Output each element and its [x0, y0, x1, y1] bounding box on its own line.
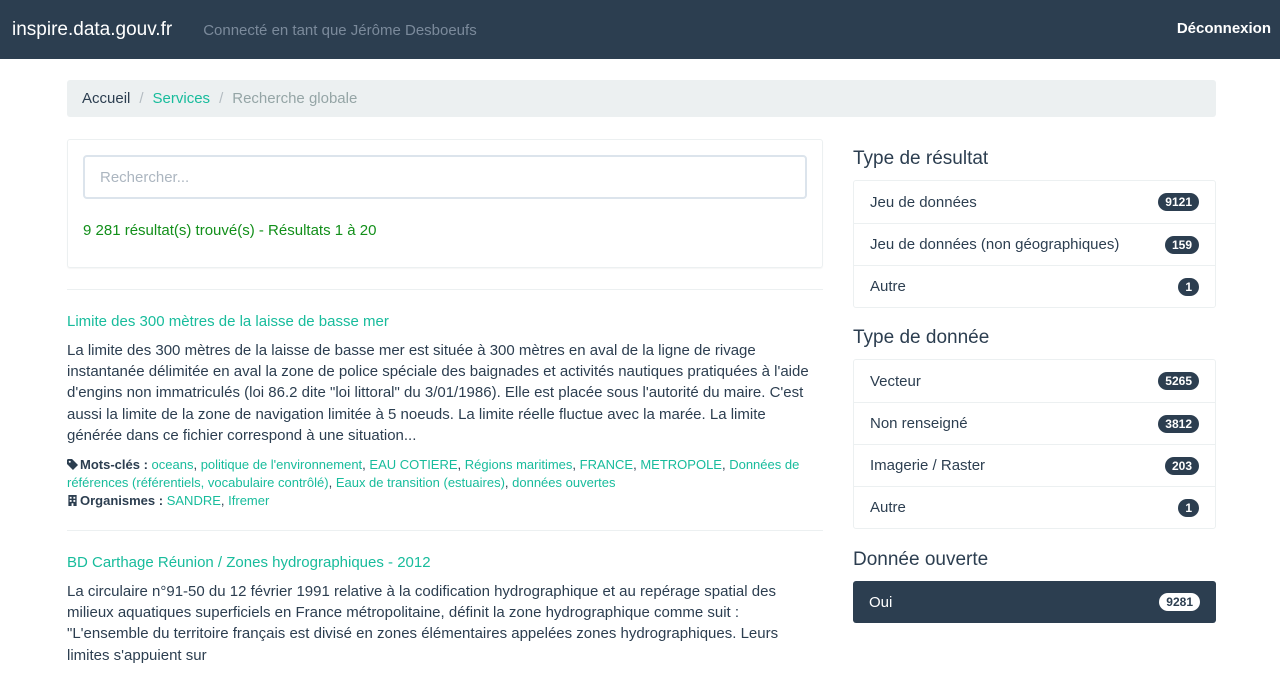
keywords-label: Mots-clés :: [80, 457, 148, 473]
facet-list-result-type: Jeu de données 9121 Jeu de données (non …: [853, 180, 1216, 308]
result-title-link[interactable]: Limite des 300 mètres de la laisse de ba…: [67, 311, 823, 332]
keyword-link[interactable]: FRANCE: [580, 457, 633, 472]
breadcrumb-separator: /: [139, 90, 144, 107]
facet-list-open-data: Oui 9281: [853, 581, 1216, 623]
result-keywords: Mots-clés : oceans, politique de l'envir…: [67, 457, 800, 491]
breadcrumb: Accueil / Services / Recherche globale: [67, 80, 1216, 117]
logged-in-user-text: Connecté en tant que Jérôme Desboeufs: [203, 22, 477, 39]
top-navbar: inspire.data.gouv.fr Connecté en tant qu…: [0, 0, 1280, 59]
breadcrumb-home[interactable]: Accueil: [82, 90, 130, 107]
tag-icon: [67, 459, 78, 471]
facet-count-badge: 203: [1164, 456, 1199, 475]
facet-count-badge: 1: [1178, 498, 1199, 517]
breadcrumb-services[interactable]: Services: [153, 90, 211, 107]
keyword-link[interactable]: EAU COTIERE: [369, 457, 457, 472]
organism-link[interactable]: Ifremer: [228, 493, 269, 508]
facet-item[interactable]: Jeu de données (non géographiques) 159: [854, 223, 1215, 265]
logout-link[interactable]: Déconnexion: [1177, 20, 1271, 37]
result-title-link[interactable]: BD Carthage Réunion / Zones hydrographiq…: [67, 552, 823, 573]
facet-item-label: Autre: [870, 278, 906, 295]
facet-count-badge: 1: [1178, 277, 1199, 296]
breadcrumb-current: Recherche globale: [232, 90, 358, 107]
facet-title-open-data: Donnée ouverte: [853, 549, 989, 570]
facet-item-active[interactable]: Oui 9281: [853, 581, 1216, 623]
keyword-link[interactable]: Régions maritimes: [465, 457, 573, 472]
brand-link[interactable]: inspire.data.gouv.fr: [12, 19, 172, 41]
facet-count-badge: 3812: [1158, 414, 1199, 433]
facet-item-label: Imagerie / Raster: [870, 457, 986, 474]
facet-item-label: Vecteur: [870, 372, 921, 390]
facet-item-label: Non renseigné: [870, 415, 968, 432]
facet-item-label: Jeu de données: [870, 193, 977, 211]
facet-item[interactable]: Autre 1: [854, 486, 1215, 528]
result-description: La circulaire n°91-50 du 12 février 1991…: [67, 583, 779, 664]
organisms-label: Organismes :: [80, 493, 164, 509]
result-organisms: Organismes : SANDRE, Ifremer: [67, 492, 823, 510]
facet-item[interactable]: Non renseigné 3812: [854, 402, 1215, 444]
building-icon: [68, 495, 77, 507]
facet-count-badge: 159: [1164, 235, 1199, 254]
facet-item-label: Oui: [869, 593, 893, 611]
facet-title-result-type: Type de résultat: [853, 148, 989, 169]
facet-item[interactable]: Jeu de données 9121: [854, 181, 1215, 223]
search-input[interactable]: [83, 155, 807, 199]
facet-item-label: Jeu de données (non géographiques): [870, 236, 1120, 253]
result-description: La limite des 300 mètres de la laisse de…: [67, 342, 809, 444]
keyword-link[interactable]: données ouvertes: [512, 475, 615, 490]
result-item: BD Carthage Réunion / Zones hydrographiq…: [67, 530, 823, 666]
facet-item[interactable]: Autre 1: [854, 265, 1215, 307]
facet-count-badge: 9281: [1159, 593, 1200, 611]
result-count: 9 281 résultat(s) trouvé(s) - Résultats …: [83, 222, 377, 239]
result-item: Limite des 300 mètres de la laisse de ba…: [67, 289, 823, 510]
facet-item-label: Autre: [870, 499, 906, 516]
facet-count-badge: 9121: [1158, 193, 1199, 211]
facet-title-data-type: Type de donnée: [853, 327, 990, 348]
keyword-link[interactable]: METROPOLE: [640, 457, 722, 472]
search-panel: 9 281 résultat(s) trouvé(s) - Résultats …: [67, 139, 823, 268]
facet-count-badge: 5265: [1158, 372, 1199, 390]
keyword-link[interactable]: oceans: [152, 457, 194, 472]
results-list: Limite des 300 mètres de la laisse de ba…: [67, 289, 823, 676]
keyword-link[interactable]: Eaux de transition (estuaires): [336, 475, 505, 490]
facet-list-data-type: Vecteur 5265 Non renseigné 3812 Imagerie…: [853, 359, 1216, 529]
facet-item[interactable]: Imagerie / Raster 203: [854, 444, 1215, 486]
facet-item[interactable]: Vecteur 5265: [854, 360, 1215, 402]
keyword-link[interactable]: politique de l'environnement: [201, 457, 362, 472]
breadcrumb-separator: /: [219, 90, 224, 107]
organism-link[interactable]: SANDRE: [167, 493, 221, 508]
